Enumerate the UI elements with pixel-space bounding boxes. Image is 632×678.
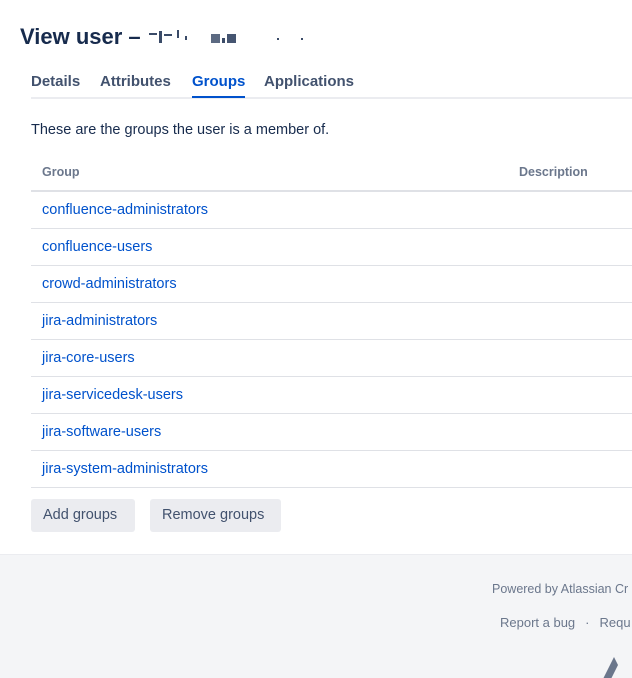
- table-row: confluence-users: [31, 229, 632, 266]
- powered-by-text: Powered by Atlassian Cr: [492, 582, 629, 596]
- table-row: jira-software-users: [31, 414, 632, 451]
- table-header: Group Description: [31, 154, 632, 192]
- main-content: View user – Details Attributes Groups Ap…: [0, 0, 632, 554]
- group-link[interactable]: jira-servicedesk-users: [42, 387, 183, 403]
- group-link[interactable]: jira-software-users: [42, 424, 161, 440]
- page-title-prefix: View user –: [20, 24, 147, 49]
- add-groups-button[interactable]: Add groups: [31, 499, 135, 532]
- atlassian-logo-icon: [603, 657, 618, 678]
- groups-table: Group Description confluence-administrat…: [31, 154, 632, 488]
- column-header-description: Description: [519, 165, 588, 179]
- table-row: confluence-administrators: [31, 192, 632, 229]
- report-bug-link[interactable]: Report a bug: [500, 615, 575, 630]
- groups-intro-text: These are the groups the user is a membe…: [31, 122, 330, 138]
- footer: Powered by Atlassian Cr Report a bug · Req…: [0, 554, 632, 678]
- page-title: View user –: [20, 24, 317, 50]
- obscured-username: [147, 26, 317, 48]
- table-row: jira-administrators: [31, 303, 632, 340]
- group-link[interactable]: jira-administrators: [42, 313, 157, 329]
- group-link[interactable]: confluence-administrators: [42, 202, 208, 218]
- group-link[interactable]: jira-core-users: [42, 350, 135, 366]
- remove-groups-button[interactable]: Remove groups: [150, 499, 281, 532]
- tab-applications[interactable]: Applications: [264, 73, 354, 90]
- page: View user – Details Attributes Groups Ap…: [0, 0, 632, 678]
- table-row: jira-servicedesk-users: [31, 377, 632, 414]
- group-link[interactable]: jira-system-administrators: [42, 461, 208, 477]
- footer-links: Report a bug · Requ: [500, 615, 631, 630]
- request-link[interactable]: Requ: [600, 615, 631, 630]
- tab-details[interactable]: Details: [31, 73, 80, 90]
- tab-bar: Details Attributes Groups Applications: [31, 70, 632, 99]
- group-link[interactable]: confluence-users: [42, 239, 152, 255]
- table-row: crowd-administrators: [31, 266, 632, 303]
- tab-attributes[interactable]: Attributes: [100, 73, 171, 90]
- footer-separator: ·: [585, 615, 590, 630]
- column-header-group: Group: [42, 165, 80, 179]
- table-row: jira-system-administrators: [31, 451, 632, 488]
- tab-groups[interactable]: Groups: [192, 73, 246, 98]
- table-row: jira-core-users: [31, 340, 632, 377]
- group-link[interactable]: crowd-administrators: [42, 276, 177, 292]
